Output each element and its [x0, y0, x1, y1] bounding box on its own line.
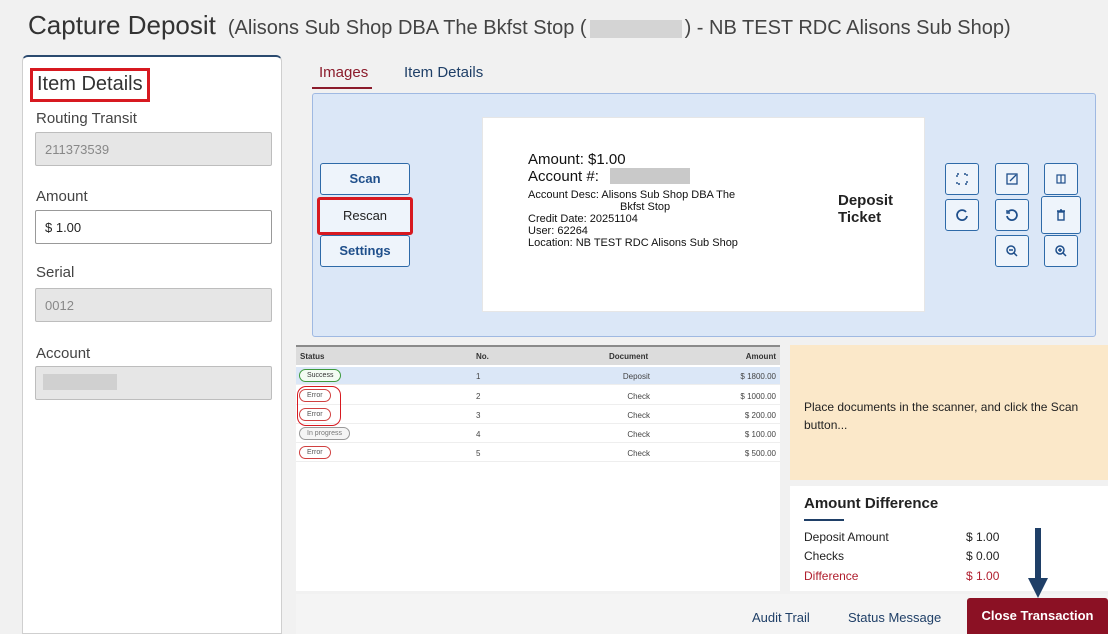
zoom-out-icon[interactable] — [995, 235, 1029, 267]
row-no: 1 — [476, 372, 481, 381]
account-label: Account — [36, 345, 91, 362]
col-document: Document — [609, 352, 649, 361]
ticket-user: User: 62264 — [528, 225, 588, 237]
open-external-icon[interactable] — [995, 163, 1029, 195]
close-transaction-button[interactable]: Close Transaction — [967, 598, 1108, 634]
rotate-right-icon[interactable] — [945, 199, 979, 231]
rotate-left-icon[interactable] — [995, 199, 1029, 231]
page-subtitle: (Alisons Sub Shop DBA The Bkfst Stop ( ) … — [228, 17, 1011, 39]
subtitle-prefix: (Alisons Sub Shop DBA The Bkfst Stop ( — [227, 17, 587, 39]
deposit-label-line1: Deposit — [838, 192, 894, 209]
routing-transit-label: Routing Transit — [36, 110, 137, 127]
deposit-label-line2: Ticket — [838, 209, 882, 226]
row-no: 3 — [476, 411, 481, 420]
ticket-account-redacted — [610, 168, 690, 184]
scan-button[interactable]: Scan — [320, 163, 410, 195]
compare-icon[interactable] — [1044, 163, 1078, 195]
difference-label: Difference — [804, 569, 859, 583]
amount-field[interactable]: $ 1.00 — [35, 210, 272, 244]
row-amount: $ 100.00 — [744, 430, 776, 439]
audit-trail-link[interactable]: Audit Trail — [752, 610, 810, 625]
col-amount: Amount — [745, 352, 776, 361]
status-message-text: Place documents in the scanner, and clic… — [804, 400, 1079, 432]
serial-field[interactable]: 0012 — [35, 288, 272, 322]
tab-images[interactable]: Images — [319, 64, 368, 81]
arrow-down-icon — [1028, 528, 1048, 598]
ticket-credit-date: Credit Date: 20251104 — [528, 213, 638, 225]
checks-value: $ 0.00 — [966, 549, 1000, 563]
deposit-amount-value: $ 1.00 — [966, 530, 1000, 544]
page-title-text: Capture Deposit — [28, 10, 216, 40]
row-document: Check — [627, 392, 650, 401]
row-document: Check — [627, 449, 650, 458]
subtitle-suffix: ) - NB TEST RDC Alisons Sub Shop) — [684, 17, 1011, 39]
redacted-block — [589, 19, 682, 38]
row-document: Check — [627, 411, 650, 420]
ticket-desc-line2: Bkfst Stop — [620, 201, 671, 213]
account-redacted — [43, 374, 117, 390]
active-tab-indicator — [312, 87, 372, 89]
table-row[interactable]: Success 1 Deposit $ 1800.00 — [296, 367, 780, 385]
col-no: No. — [476, 352, 489, 361]
table-row[interactable]: Error 3 Check $ 200.00 — [296, 406, 780, 424]
deposit-amount-label: Deposit Amount — [804, 530, 889, 544]
row-no: 2 — [476, 392, 481, 401]
table-header: Status No. Document Amount — [296, 347, 780, 365]
row-no: 5 — [476, 449, 481, 458]
difference-value: $ 1.00 — [966, 569, 1000, 583]
page-title: Capture Deposit (Alisons Sub Shop DBA The… — [28, 10, 1011, 41]
item-details-heading: Item Details — [30, 68, 150, 102]
rescan-button[interactable]: Rescan — [317, 197, 413, 235]
zoom-in-icon[interactable] — [1044, 235, 1078, 267]
amount-difference-underline — [804, 519, 844, 521]
delete-icon[interactable] — [1041, 196, 1081, 234]
row-document: Check — [627, 430, 650, 439]
row-amount: $ 1800.00 — [740, 372, 776, 381]
tab-item-details[interactable]: Item Details — [404, 64, 483, 81]
status-message-link[interactable]: Status Message — [848, 610, 941, 625]
col-status: Status — [300, 352, 325, 361]
checks-label: Checks — [804, 549, 845, 563]
row-amount: $ 1000.00 — [740, 392, 776, 401]
amount-label: Amount — [36, 188, 88, 205]
routing-transit-field[interactable]: 211373539 — [35, 132, 272, 166]
table-row[interactable]: Error 5 Check $ 500.00 — [296, 444, 780, 462]
error-highlight-ring — [297, 386, 341, 426]
status-badge: In progress — [299, 427, 351, 440]
amount-difference-title: Amount Difference — [804, 495, 939, 512]
settings-button[interactable]: Settings — [320, 235, 410, 267]
row-amount: $ 200.00 — [744, 411, 776, 420]
expand-icon[interactable] — [945, 163, 979, 195]
status-badge: Success — [299, 369, 342, 382]
ticket-desc-line1: Account Desc: Alisons Sub Shop DBA The — [528, 189, 736, 201]
row-no: 4 — [476, 430, 481, 439]
table-row[interactable]: Error 2 Check $ 1000.00 — [296, 387, 780, 405]
status-badge: Error — [299, 446, 331, 459]
table-row[interactable]: In progress 4 Check $ 100.00 — [296, 425, 780, 443]
row-document: Deposit — [622, 372, 650, 381]
serial-label: Serial — [36, 264, 75, 281]
ticket-location: Location: NB TEST RDC Alisons Sub Shop — [528, 237, 738, 249]
deposit-ticket-label: Deposit Ticket — [838, 192, 893, 226]
row-amount: $ 500.00 — [744, 449, 776, 458]
ticket-amount: Amount: $1.00 — [528, 151, 626, 168]
ticket-account: Account #: — [528, 168, 599, 185]
